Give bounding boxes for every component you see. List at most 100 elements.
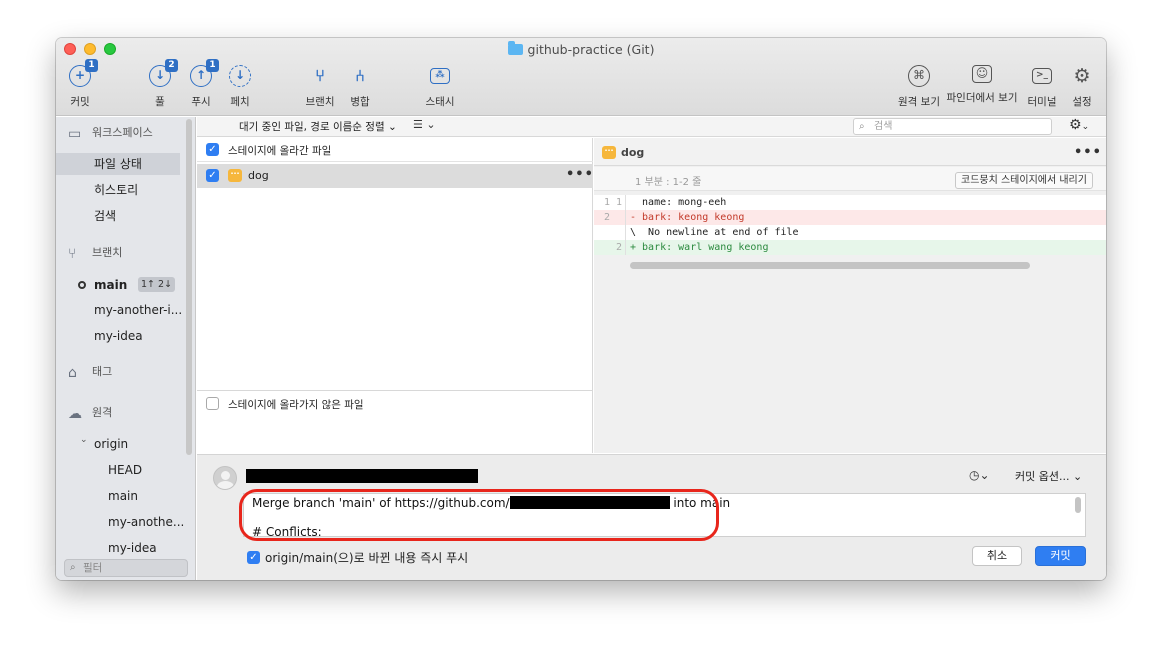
sidebar-section-branches[interactable]: ⑂ 브랜치 [68, 243, 122, 263]
diff-line-deleted: 2 - bark: keong keong [594, 210, 1106, 225]
staged-files-header[interactable]: ✓ 스테이지에 올라간 파일 [197, 138, 593, 162]
list-view-icon[interactable]: ☰ ⌄ [413, 118, 436, 131]
commit-history-icon[interactable]: ◷⌄ [969, 468, 990, 482]
gear-menu-icon[interactable]: ⚙⌄ [1069, 117, 1089, 133]
pull-badge: 2 [165, 59, 178, 72]
sidebar-scrollbar[interactable] [186, 119, 192, 455]
pane-divider[interactable] [197, 390, 593, 391]
merge-toolbar-label: 병합 [350, 96, 370, 108]
unstaged-files-header[interactable]: 스테이지에 올라가지 않은 파일 [197, 392, 593, 416]
merge-toolbar-button[interactable]: ⑃ 병합 [348, 65, 372, 113]
sidebar: ▭ 워크스페이스 파일 상태 히스토리 검색 ⑂ 브랜치 main 1↑ 2↓ my… [56, 117, 196, 580]
file-filter-bar: 대기 중인 파일, 경로 이름순 정렬 ⌄ ☰ ⌄ ⌕ 검색 ⚙⌄ [197, 117, 1106, 137]
more-options-icon[interactable]: ••• [1074, 145, 1102, 160]
sourcetree-window: github-practice (Git) +1 커밋 ↓ 2 풀 ↑ 1 푸시 ↓… [56, 38, 1106, 580]
remote-view-label: 원격 보기 [898, 96, 940, 108]
sidebar-remote-branch[interactable]: my-anothe... [108, 511, 186, 533]
settings-button[interactable]: ⚙ 설정 [1068, 65, 1096, 113]
toolbar: github-practice (Git) +1 커밋 ↓ 2 풀 ↑ 1 푸시 ↓… [56, 38, 1106, 116]
ahead-behind-badge: 1↑ 2↓ [138, 277, 176, 292]
sidebar-branch-main[interactable]: main [94, 274, 134, 296]
search-icon: ⌕ [859, 121, 865, 132]
tag-icon: ⌂ [68, 365, 77, 381]
globe-icon: ⌘ [908, 65, 930, 87]
sidebar-branch-my-idea[interactable]: my-idea [94, 325, 186, 347]
sidebar-remote-branch[interactable]: HEAD [108, 459, 186, 481]
monitor-icon: ▭ [68, 126, 82, 142]
sidebar-section-label: 브랜치 [92, 246, 123, 259]
sidebar-section-tags[interactable]: ⌂ 태그 [68, 362, 112, 382]
folder-icon [507, 41, 523, 55]
file-checkbox[interactable]: ✓ [206, 169, 219, 182]
push-badge: 1 [206, 59, 219, 72]
sidebar-branch-my-another-idea[interactable]: my-another-i... [94, 299, 186, 321]
branch-icon: ⑂ [315, 66, 325, 85]
sidebar-remote-branch[interactable]: main [108, 485, 186, 507]
cloud-icon: ☁ [68, 406, 82, 422]
sidebar-item-file-status[interactable]: 파일 상태 [56, 153, 180, 175]
sidebar-item-search[interactable]: 검색 [94, 205, 186, 227]
terminal-icon: >_ [1032, 68, 1052, 84]
new-line-number: 2 [615, 242, 622, 253]
push-immediately-checkbox[interactable]: ✓ [247, 551, 260, 564]
diff-pane: ··· dog ••• 1 부분 : 1-2 줄 코드뭉치 스테이지에서 내리기… [594, 138, 1106, 453]
sidebar-section-label: 원격 [92, 406, 113, 419]
file-list-pane: ✓ 스테이지에 올라간 파일 ✓ ··· dog ••• 스테이지에 올라가지 … [197, 138, 593, 453]
commit-button[interactable]: 커밋 [1035, 546, 1086, 566]
sort-dropdown[interactable]: 대기 중인 파일, 경로 이름순 정렬 ⌄ [239, 119, 397, 134]
unstaged-all-checkbox[interactable] [206, 397, 219, 410]
commit-options-dropdown[interactable]: 커밋 옵션... ⌄ [1015, 468, 1082, 484]
branch-toolbar-label: 브랜치 [305, 96, 335, 108]
diff-line: \ No newline at end of file [594, 225, 1106, 240]
remote-view-button[interactable]: ⌘ 원격 보기 [896, 65, 942, 113]
fetch-arrow-icon: ↓ [229, 65, 251, 87]
commit-message-line: Merge branch 'main' of https://github.co… [252, 496, 730, 510]
staged-all-checkbox[interactable]: ✓ [206, 143, 219, 156]
more-options-icon[interactable]: ••• [566, 167, 594, 182]
settings-label: 설정 [1072, 96, 1092, 108]
sidebar-item-history[interactable]: 히스토리 [94, 179, 186, 201]
old-line-number: 2 [603, 212, 610, 223]
fetch-toolbar-button[interactable]: ↓ 페치 [228, 65, 252, 113]
sidebar-section-label: 워크스페이스 [92, 126, 153, 139]
branch-toolbar-button[interactable]: ⑂ 브랜치 [304, 65, 336, 113]
push-toolbar-label: 푸시 [191, 96, 211, 108]
cancel-button[interactable]: 취소 [972, 546, 1022, 566]
stash-box-icon: ⁂ [430, 68, 450, 84]
sidebar-section-remotes[interactable]: ☁ 원격 [68, 403, 112, 423]
push-toolbar-button[interactable]: ↑ 1 푸시 [189, 59, 219, 113]
unstage-hunk-button[interactable]: 코드뭉치 스테이지에서 내리기 [955, 172, 1093, 189]
finder-icon: ☺ [972, 65, 992, 83]
commit-message-suffix: into main [669, 496, 731, 510]
commit-plus-icon: +1 [69, 59, 98, 87]
commit-toolbar-button[interactable]: +1 커밋 [66, 59, 98, 113]
commit-message-input[interactable]: Merge branch 'main' of https://github.co… [243, 493, 1086, 537]
file-name: dog [248, 169, 269, 182]
pull-toolbar-button[interactable]: ↓ 2 풀 [148, 59, 178, 113]
sidebar-remote-branch[interactable]: my-idea [108, 537, 186, 559]
search-input[interactable]: ⌕ 검색 [853, 118, 1052, 135]
finder-view-button[interactable]: ☺ 파인더에서 보기 [946, 65, 1018, 113]
push-immediately-label: origin/main(으)로 바뀐 내용 즉시 푸시 [265, 551, 469, 565]
filter-placeholder: 필터 [83, 562, 103, 574]
merge-icon: ⑃ [355, 66, 365, 85]
sidebar-filter-input[interactable]: ⌕ 필터 [64, 559, 188, 577]
search-placeholder: 검색 [874, 121, 893, 132]
search-icon: ⌕ [70, 562, 76, 573]
sidebar-section-label: 태그 [92, 365, 113, 378]
modified-file-icon: ··· [228, 169, 242, 182]
terminal-button[interactable]: >_ 터미널 [1025, 65, 1059, 113]
staged-files-label: 스테이지에 올라간 파일 [228, 145, 332, 157]
chevron-down-icon[interactable]: ⌄ [80, 435, 88, 445]
sidebar-section-workspace[interactable]: ▭ 워크스페이스 [68, 123, 153, 143]
file-row-dog[interactable]: ✓ ··· dog ••• [197, 164, 593, 188]
hunk-header: 1 부분 : 1-2 줄 코드뭉치 스테이지에서 내리기 [594, 167, 1106, 191]
stash-toolbar-button[interactable]: ⁂ 스태시 [424, 65, 456, 113]
chevron-down-icon: ⌄ [1072, 470, 1083, 483]
diff-horizontal-scrollbar[interactable] [630, 262, 1030, 269]
unstaged-files-label: 스테이지에 올라가지 않은 파일 [228, 399, 364, 411]
terminal-label: 터미널 [1027, 96, 1057, 108]
sidebar-remote-origin[interactable]: origin [94, 433, 186, 455]
pull-toolbar-label: 풀 [155, 96, 165, 108]
message-scrollbar[interactable] [1075, 497, 1081, 513]
